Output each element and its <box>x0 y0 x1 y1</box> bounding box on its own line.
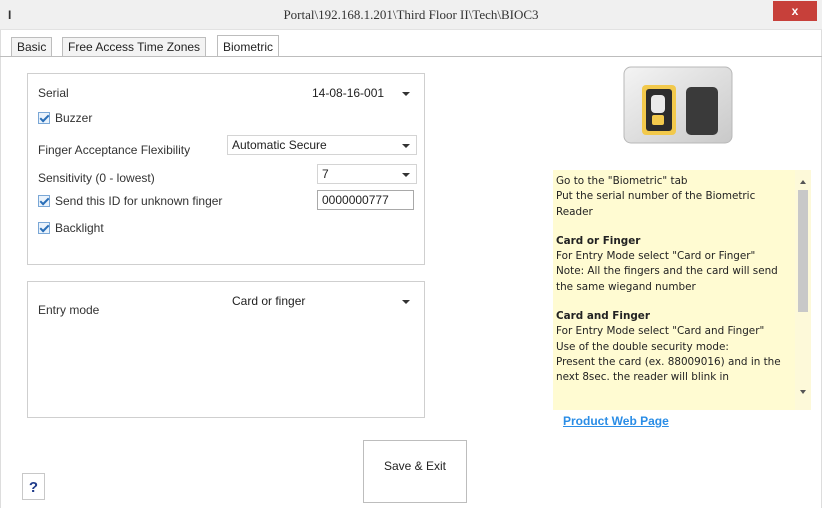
scroll-down-icon[interactable] <box>800 390 806 394</box>
product-web-page-link[interactable]: Product Web Page <box>563 414 669 428</box>
help-button[interactable]: ? <box>22 473 45 500</box>
instruction-heading: Card and Finger <box>556 310 650 323</box>
finger-acceptance-select[interactable]: Automatic Secure <box>227 135 417 155</box>
sensitivity-label: Sensitivity (0 - lowest) <box>38 171 155 185</box>
window-title: Portal\192.168.1.201\Third Floor II\Tech… <box>283 7 539 22</box>
backlight-label: Backlight <box>55 221 104 235</box>
backlight-checkbox[interactable] <box>38 222 50 234</box>
dropdown-arrow-icon <box>402 92 410 96</box>
instructions-text: Go to the "Biometric" tab Put the serial… <box>556 174 792 386</box>
send-id-label: Send this ID for unknown finger <box>55 194 223 208</box>
entry-mode-value: Card or finger <box>232 294 306 308</box>
scrollbar-thumb[interactable] <box>798 190 808 312</box>
dropdown-arrow-icon <box>402 173 410 177</box>
dropdown-arrow-icon <box>402 300 410 304</box>
entry-mode-select[interactable]: Card or finger <box>227 291 417 311</box>
close-button[interactable]: x <box>773 1 817 21</box>
instruction-line: Go to the "Biometric" tab <box>556 175 688 187</box>
tab-basic[interactable]: Basic <box>11 37 53 56</box>
instruction-line: Use of the double security mode: <box>556 340 729 353</box>
tab-strip-divider <box>0 56 822 57</box>
finger-acceptance-value: Automatic Secure <box>232 138 327 152</box>
sensitivity-value: 7 <box>322 167 329 181</box>
tab-biometric[interactable]: Biometric <box>217 35 280 57</box>
serial-value: 14-08-16-001 <box>312 86 385 100</box>
serial-select[interactable]: 14-08-16-001 <box>307 83 417 103</box>
buzzer-label: Buzzer <box>55 111 93 125</box>
tab-free-access-time-zones[interactable]: Free Access Time Zones <box>62 37 207 56</box>
send-id-input[interactable]: 0000000777 <box>317 190 414 210</box>
buzzer-checkbox[interactable] <box>38 112 50 124</box>
sensitivity-select[interactable]: 7 <box>317 164 417 184</box>
instruction-line: Put the serial number of the Biometric R… <box>556 190 756 218</box>
instruction-line: Present the card (ex. 88009016) and in t… <box>556 355 781 384</box>
biometric-reader-image <box>623 66 733 144</box>
dropdown-arrow-icon <box>402 144 410 148</box>
instruction-line: For Entry Mode select "Card and Finger" <box>556 325 765 338</box>
save-exit-button[interactable]: Save & Exit <box>363 440 467 503</box>
scroll-up-icon[interactable] <box>800 180 806 184</box>
entry-mode-label: Entry mode <box>38 303 100 317</box>
send-id-checkbox[interactable] <box>38 195 50 207</box>
instructions-panel: Go to the "Biometric" tab Put the serial… <box>553 170 811 410</box>
instruction-line: For Entry Mode select "Card or Finger" <box>556 250 756 263</box>
instruction-line: Note: All the fingers and the card will … <box>556 265 778 293</box>
serial-label: Serial <box>38 86 69 100</box>
finger-acceptance-label: Finger Acceptance Flexibility <box>38 143 191 157</box>
instruction-heading: Card or Finger <box>556 234 641 247</box>
